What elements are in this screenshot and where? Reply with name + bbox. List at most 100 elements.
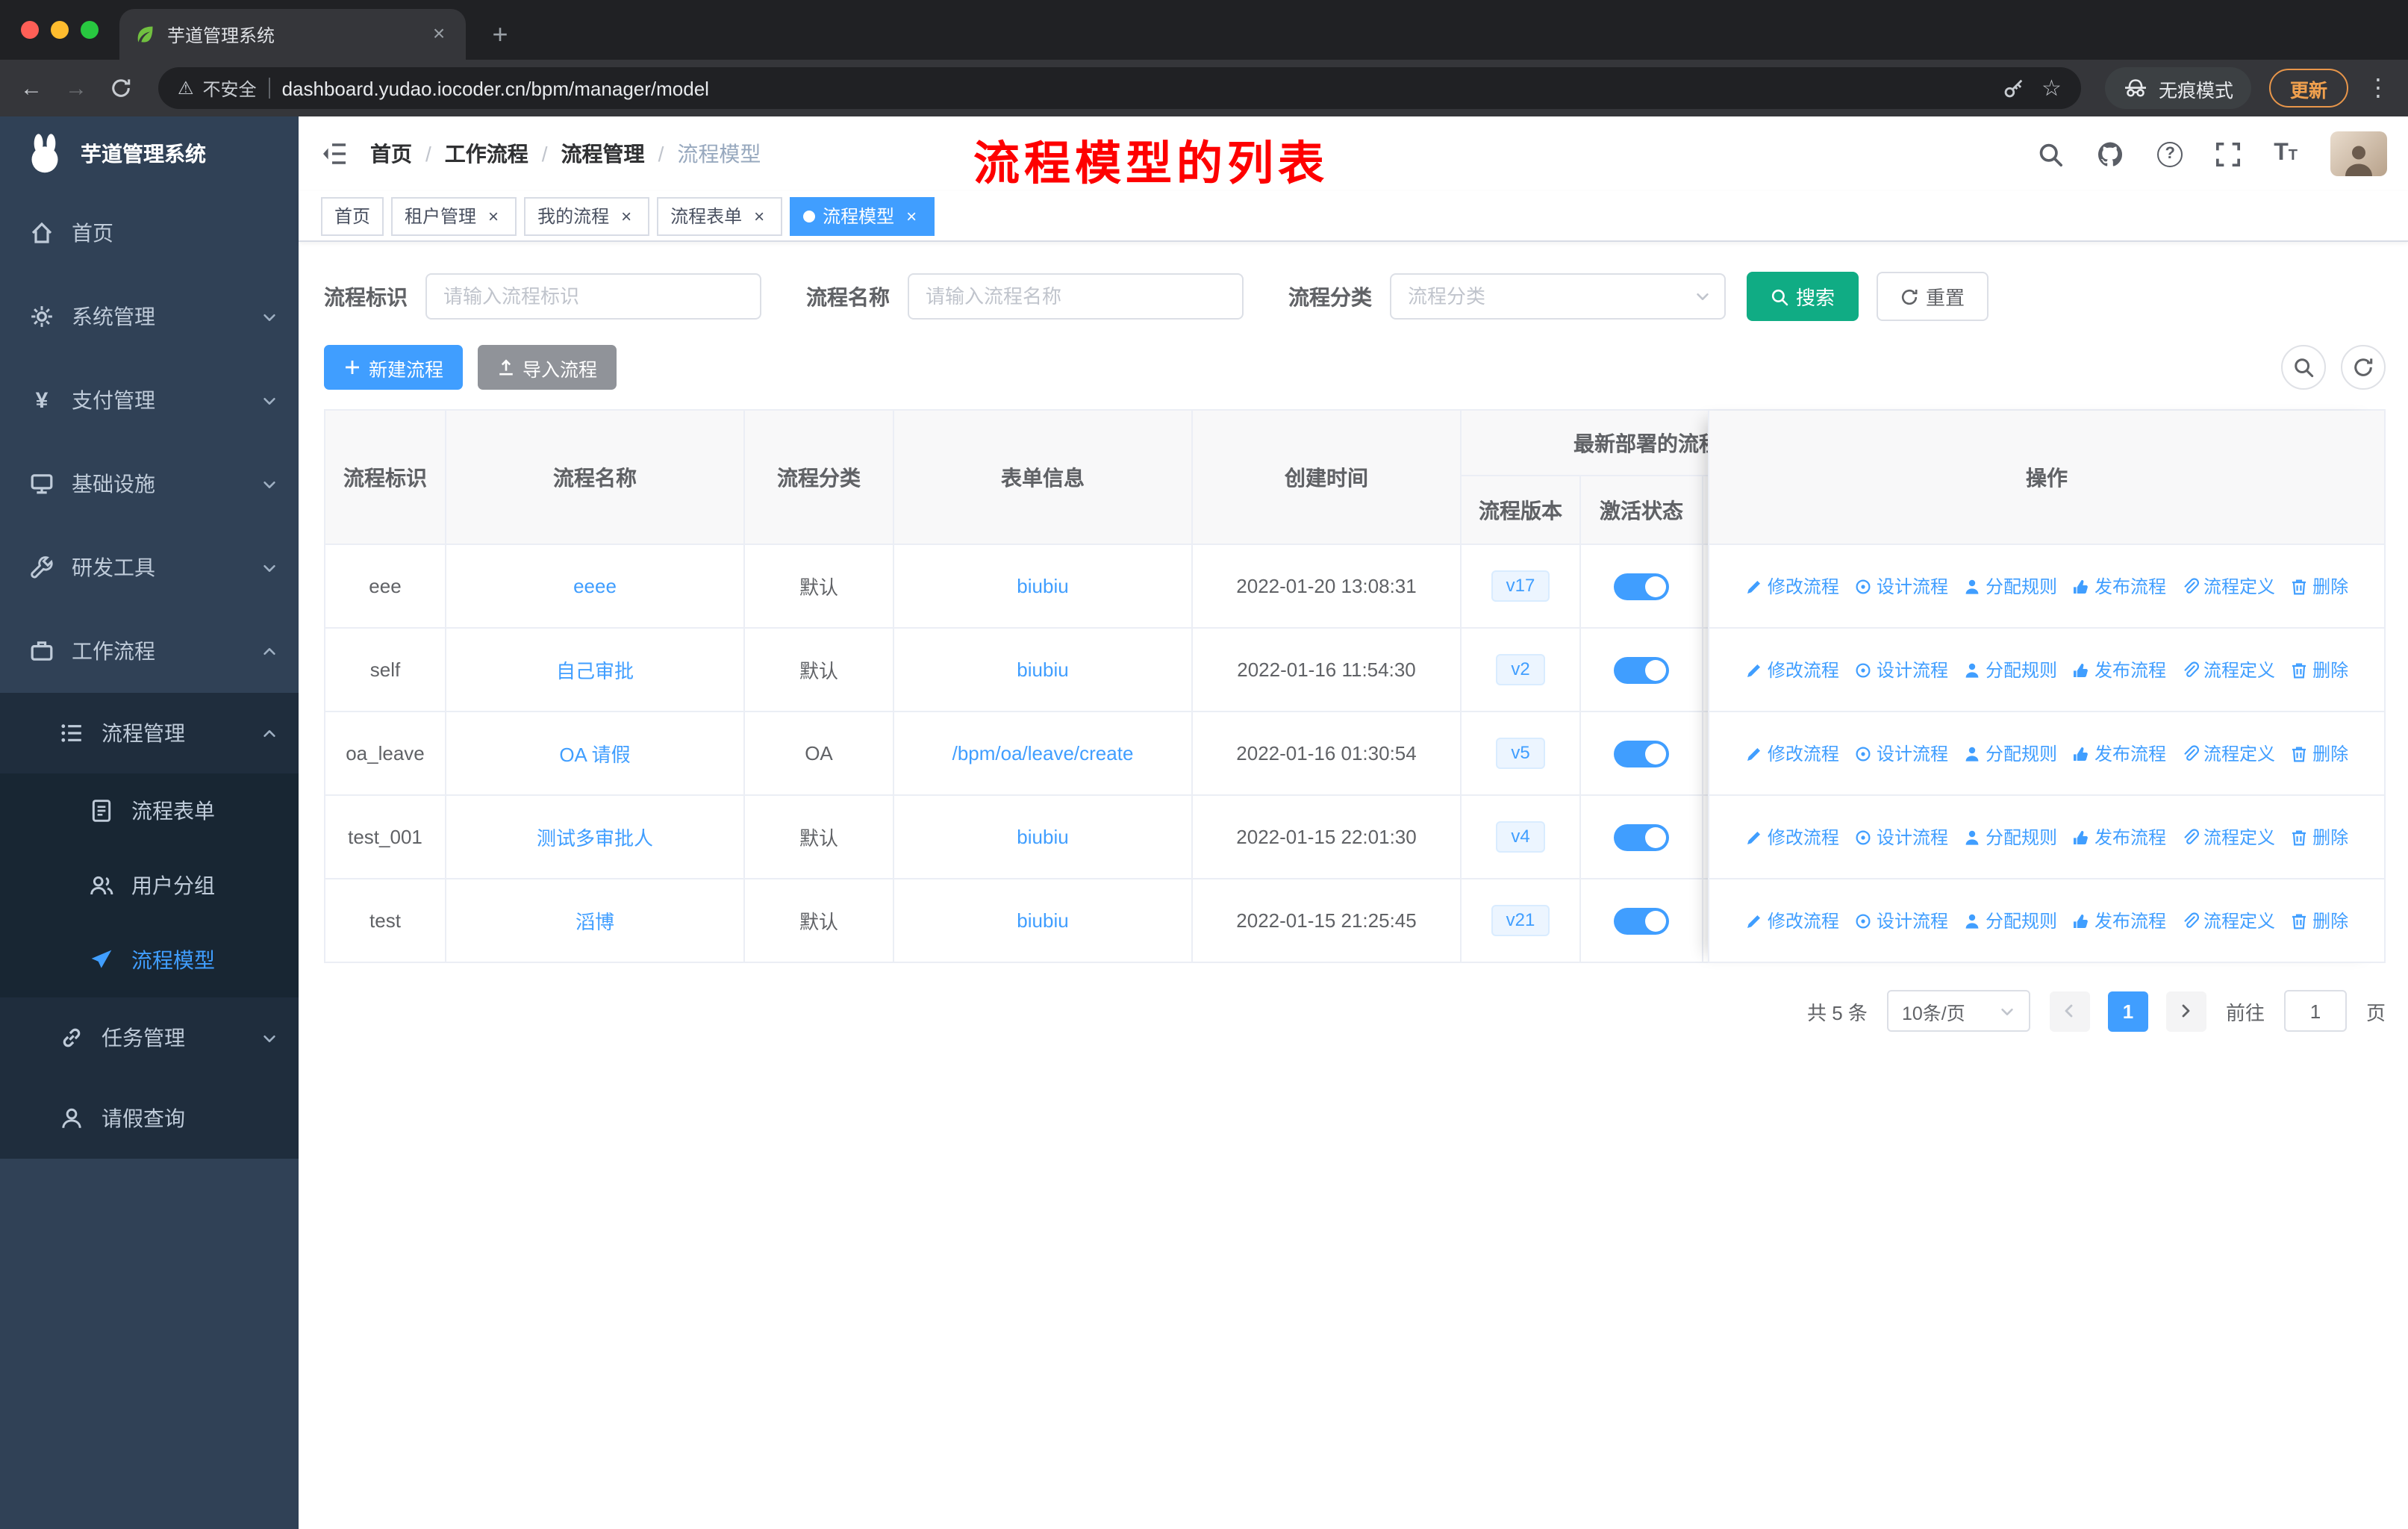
process-definition-link[interactable]: 流程定义 [2181, 657, 2275, 682]
version-badge[interactable]: v17 [1491, 570, 1550, 602]
delete-link[interactable]: 删除 [2290, 741, 2348, 766]
sidebar-item-task-mgmt[interactable]: 任务管理 [0, 997, 299, 1078]
sidebar-item-payment[interactable]: ¥ 支付管理 [0, 358, 299, 442]
breadcrumb-workflow[interactable]: 工作流程 [445, 139, 528, 169]
version-badge[interactable]: v21 [1491, 905, 1550, 936]
assign-rule-link[interactable]: 分配规则 [1963, 741, 2057, 766]
window-controls[interactable] [21, 21, 99, 39]
close-icon[interactable]: × [902, 205, 921, 226]
prev-page-button[interactable] [2049, 991, 2090, 1031]
close-icon[interactable]: × [749, 205, 769, 226]
model-name-link[interactable]: 测试多审批人 [537, 823, 653, 851]
sidebar-item-process-mgmt[interactable]: 流程管理 [0, 693, 299, 773]
url-text[interactable]: dashboard.yudao.iocoder.cn/bpm/manager/m… [282, 77, 1991, 99]
active-toggle[interactable] [1614, 573, 1669, 600]
form-info-link[interactable]: biubiu [1017, 826, 1068, 848]
sidebar-item-system[interactable]: 系统管理 [0, 275, 299, 358]
new-tab-button[interactable]: + [478, 12, 523, 57]
process-definition-link[interactable]: 流程定义 [2181, 824, 2275, 850]
toggle-search-button[interactable] [2281, 345, 2326, 390]
active-toggle[interactable] [1614, 740, 1669, 767]
design-process-link[interactable]: 设计流程 [1854, 657, 1948, 682]
assign-rule-link[interactable]: 分配规则 [1963, 824, 2057, 850]
sidebar-item-infra[interactable]: 基础设施 [0, 442, 299, 526]
version-badge[interactable]: v2 [1496, 654, 1545, 685]
sidebar-item-home[interactable]: 首页 [0, 191, 299, 275]
edit-process-link[interactable]: 修改流程 [1745, 824, 1839, 850]
font-size-icon[interactable]: TT [2274, 141, 2298, 166]
sidebar-toggle-icon[interactable] [299, 140, 370, 167]
search-button[interactable]: 搜索 [1747, 272, 1859, 321]
edit-process-link[interactable]: 修改流程 [1745, 573, 1839, 599]
publish-process-link[interactable]: 发布流程 [2072, 741, 2166, 766]
breadcrumb-home[interactable]: 首页 [370, 139, 412, 169]
address-bar[interactable]: ⚠ 不安全 dashboard.yudao.iocoder.cn/bpm/man… [158, 67, 2081, 109]
key-icon[interactable] [2003, 78, 2024, 99]
form-info-link[interactable]: biubiu [1017, 909, 1068, 932]
active-toggle[interactable] [1614, 656, 1669, 683]
search-icon[interactable] [2038, 141, 2063, 166]
active-toggle[interactable] [1614, 823, 1669, 850]
fullscreen-icon[interactable] [2215, 141, 2241, 166]
publish-process-link[interactable]: 发布流程 [2072, 824, 2166, 850]
browser-tab[interactable]: 芋道管理系统 × [119, 9, 466, 60]
edit-process-link[interactable]: 修改流程 [1745, 741, 1839, 766]
create-process-button[interactable]: 新建流程 [324, 345, 464, 390]
reload-icon[interactable] [107, 78, 134, 99]
sidebar-item-workflow[interactable]: 工作流程 [0, 609, 299, 693]
process-name-input[interactable] [908, 273, 1244, 320]
design-process-link[interactable]: 设计流程 [1854, 573, 1948, 599]
category-select-input[interactable] [1390, 273, 1726, 320]
edit-process-link[interactable]: 修改流程 [1745, 657, 1839, 682]
page-size-select[interactable]: 10条/页 [1886, 990, 2030, 1032]
model-name-link[interactable]: 滔博 [576, 906, 614, 935]
close-icon[interactable]: × [617, 205, 636, 226]
goto-page-input[interactable] [2283, 990, 2347, 1032]
close-icon[interactable]: × [484, 205, 503, 226]
publish-process-link[interactable]: 发布流程 [2072, 573, 2166, 599]
model-name-link[interactable]: 自己审批 [556, 655, 634, 684]
refresh-table-button[interactable] [2341, 345, 2386, 390]
avatar[interactable] [2330, 131, 2387, 176]
back-icon[interactable]: ← [18, 75, 45, 101]
delete-link[interactable]: 删除 [2290, 657, 2348, 682]
forward-icon[interactable]: → [63, 75, 90, 101]
model-name-link[interactable]: eeee [573, 575, 617, 597]
sidebar-item-process-model[interactable]: 流程模型 [0, 923, 299, 997]
close-window-button[interactable] [21, 21, 39, 39]
process-definition-link[interactable]: 流程定义 [2181, 573, 2275, 599]
form-info-link[interactable]: biubiu [1017, 658, 1068, 681]
active-toggle[interactable] [1614, 907, 1669, 934]
app-logo[interactable]: 芋道管理系统 [0, 116, 299, 191]
minimize-window-button[interactable] [51, 21, 69, 39]
breadcrumb-process-mgmt[interactable]: 流程管理 [561, 139, 645, 169]
import-process-button[interactable]: 导入流程 [478, 345, 617, 390]
delete-link[interactable]: 删除 [2290, 908, 2348, 933]
help-icon[interactable]: ? [2157, 141, 2183, 166]
process-id-input[interactable] [425, 273, 761, 320]
assign-rule-link[interactable]: 分配规则 [1963, 573, 2057, 599]
design-process-link[interactable]: 设计流程 [1854, 824, 1948, 850]
edit-process-link[interactable]: 修改流程 [1745, 908, 1839, 933]
publish-process-link[interactable]: 发布流程 [2072, 657, 2166, 682]
sidebar-item-leave-query[interactable]: 请假查询 [0, 1078, 299, 1159]
tag-home[interactable]: 首页 [321, 196, 384, 235]
category-select[interactable] [1390, 273, 1726, 320]
bookmark-star-icon[interactable]: ☆ [2042, 75, 2062, 102]
tab-close-icon[interactable]: × [427, 22, 451, 46]
delete-link[interactable]: 删除 [2290, 824, 2348, 850]
form-info-link[interactable]: biubiu [1017, 575, 1068, 597]
form-info-link[interactable]: /bpm/oa/leave/create [952, 742, 1134, 764]
process-definition-link[interactable]: 流程定义 [2181, 741, 2275, 766]
design-process-link[interactable]: 设计流程 [1854, 741, 1948, 766]
sidebar-item-user-group[interactable]: 用户分组 [0, 848, 299, 923]
zoom-window-button[interactable] [81, 21, 99, 39]
version-badge[interactable]: v5 [1496, 738, 1545, 769]
sidebar-item-devtools[interactable]: 研发工具 [0, 526, 299, 609]
tag-tenant-mgmt[interactable]: 租户管理 × [391, 196, 517, 235]
reset-button[interactable]: 重置 [1877, 272, 1989, 321]
tag-process-model[interactable]: 流程模型 × [790, 196, 935, 235]
sidebar-item-process-form[interactable]: 流程表单 [0, 773, 299, 848]
model-name-link[interactable]: OA 请假 [559, 739, 630, 767]
tag-my-process[interactable]: 我的流程 × [524, 196, 650, 235]
